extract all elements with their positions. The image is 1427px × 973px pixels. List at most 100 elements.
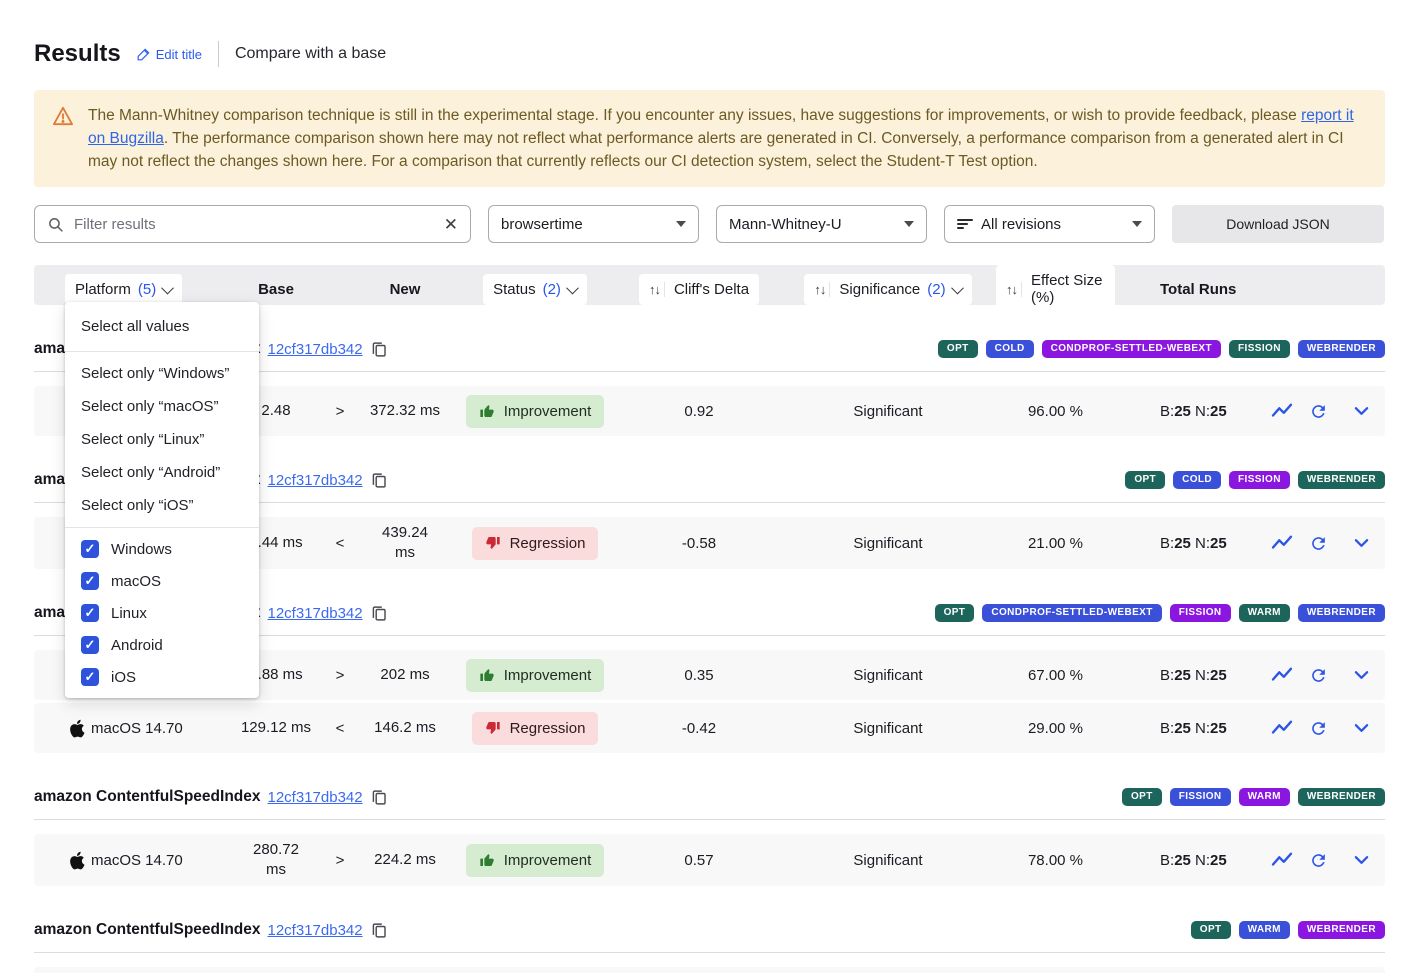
dropdown-item-select-only-windows[interactable]: Select only “Windows”	[65, 357, 259, 390]
cliffs-delta-value: -0.42	[618, 720, 780, 737]
tag-badge: WEBRENDER	[1298, 788, 1385, 806]
platform-checkbox-macos[interactable]: ✓ macOS	[65, 565, 259, 597]
download-json-button[interactable]: Download JSON	[1172, 205, 1384, 243]
expand-row-chevron[interactable]	[1354, 723, 1369, 733]
tag-badge: WEBRENDER	[1298, 604, 1385, 622]
tag-badge: FISSION	[1229, 471, 1290, 489]
revision-link[interactable]: 12cf317db342	[268, 341, 363, 358]
expand-row-chevron[interactable]	[1354, 855, 1369, 865]
sort-icon[interactable]: ↑↓	[1006, 282, 1022, 297]
status-cell: Improvement	[452, 844, 618, 877]
checkbox-checked-icon[interactable]: ✓	[81, 572, 99, 590]
checkbox-checked-icon[interactable]: ✓	[81, 604, 99, 622]
search-icon	[47, 216, 64, 233]
comparison-sign: >	[322, 403, 358, 420]
copy-icon[interactable]	[371, 605, 387, 622]
graph-icon[interactable]	[1271, 719, 1293, 737]
effect-size-sort-button[interactable]: ↑↓ Effect Size (%)	[996, 265, 1115, 313]
filter-results-box: ✕	[34, 205, 471, 243]
edit-title-button[interactable]: Edit title	[137, 47, 202, 62]
section-divider	[34, 952, 1385, 953]
platform-checkbox-android[interactable]: ✓ Android	[65, 629, 259, 661]
graph-icon[interactable]	[1271, 534, 1293, 552]
cliffs-delta-sort-button[interactable]: ↑↓ Cliff's Delta	[639, 274, 759, 305]
table-row[interactable]: macOS 14.70 280.72 ms > 224.2 ms Improve…	[34, 834, 1385, 886]
revision-link[interactable]: 12cf317db342	[268, 472, 363, 489]
chevron-down-icon	[161, 281, 174, 294]
filter-input[interactable]	[74, 216, 434, 233]
tag-badge: CONDPROF-SETTLED-WEBEXT	[1042, 340, 1221, 358]
tag-badge: WARM	[1239, 788, 1290, 806]
new-value: 372.32 ms	[358, 401, 452, 421]
refresh-icon[interactable]	[1309, 534, 1328, 553]
refresh-icon[interactable]	[1309, 402, 1328, 421]
sort-icon[interactable]: ↑↓	[814, 282, 830, 297]
clear-filter-icon[interactable]: ✕	[444, 216, 458, 233]
revision-link[interactable]: 12cf317db342	[268, 789, 363, 806]
expand-row-chevron[interactable]	[1354, 670, 1369, 680]
expand-row-chevron[interactable]	[1354, 538, 1369, 548]
refresh-icon[interactable]	[1309, 851, 1328, 870]
thumbs-down-icon	[485, 720, 501, 736]
expand-row-chevron[interactable]	[1354, 406, 1369, 416]
dropdown-item-select-all[interactable]: Select all values	[65, 307, 259, 346]
dropdown-divider	[65, 351, 259, 352]
platform-checkbox-ios[interactable]: ✓ iOS	[65, 661, 259, 693]
copy-icon[interactable]	[371, 789, 387, 806]
table-header-row: Platform (5) Base New Status (2) ↑↓ Clif…	[34, 265, 1385, 305]
platform-checkbox-linux[interactable]: ✓ Linux	[65, 597, 259, 629]
refresh-icon[interactable]	[1309, 666, 1328, 685]
controls-bar: ✕ browsertime Mann-Whitney-U All revisio…	[34, 205, 1385, 243]
copy-icon[interactable]	[371, 472, 387, 489]
platform-filter-button[interactable]: Platform (5)	[65, 274, 182, 305]
graph-icon[interactable]	[1271, 402, 1293, 420]
revision-link[interactable]: 12cf317db342	[268, 922, 363, 939]
table-row[interactable]: macOS 14.70 129.12 ms < 146.2 ms Regress…	[34, 703, 1385, 753]
status-label: Improvement	[504, 852, 592, 869]
platform-checkbox-windows[interactable]: ✓ Windows	[65, 533, 259, 565]
revisions-select[interactable]: All revisions	[944, 205, 1155, 243]
checkbox-checked-icon[interactable]: ✓	[81, 636, 99, 654]
dropdown-item-select-only-macos[interactable]: Select only “macOS”	[65, 390, 259, 423]
dropdown-item-select-only-android[interactable]: Select only “Android”	[65, 456, 259, 489]
column-header-total-runs: Total Runs	[1115, 281, 1250, 298]
platform-dropdown: Select all values Select only “Windows” …	[65, 302, 259, 698]
status-badge: Improvement	[466, 659, 605, 692]
tag-badge: OPT	[938, 340, 978, 358]
status-cell: Regression	[452, 712, 618, 745]
checkbox-checked-icon[interactable]: ✓	[81, 540, 99, 558]
comparison-sign: <	[322, 720, 358, 737]
revision-link[interactable]: 12cf317db342	[268, 605, 363, 622]
thumbs-up-icon	[479, 667, 495, 683]
status-label: Regression	[510, 535, 586, 552]
copy-icon[interactable]	[371, 922, 387, 939]
header-divider	[218, 41, 219, 67]
cliffs-delta-value: 0.92	[618, 403, 780, 420]
thumbs-down-icon	[485, 535, 501, 551]
status-badge: Regression	[472, 712, 599, 745]
warning-text: The Mann-Whitney comparison technique is…	[88, 104, 1367, 173]
dropdown-item-select-only-ios[interactable]: Select only “iOS”	[65, 489, 259, 522]
page-header: Results Edit title Compare with a base	[34, 40, 1385, 68]
significance-value: Significant	[780, 535, 996, 552]
chevron-down-icon	[566, 281, 579, 294]
platform-cell: macOS 14.70	[34, 851, 230, 870]
refresh-icon[interactable]	[1309, 719, 1328, 738]
significance-filter-button[interactable]: ↑↓ Significance (2)	[804, 274, 971, 305]
test-type-select[interactable]: Mann-Whitney-U	[716, 205, 927, 243]
copy-icon[interactable]	[371, 341, 387, 358]
checkbox-checked-icon[interactable]: ✓	[81, 668, 99, 686]
graph-icon[interactable]	[1271, 851, 1293, 869]
tag-badge: FISSION	[1170, 788, 1231, 806]
graph-icon[interactable]	[1271, 666, 1293, 684]
framework-select[interactable]: browsertime	[488, 205, 699, 243]
significance-count: (2)	[927, 281, 945, 298]
status-cell: Improvement	[452, 395, 618, 428]
sort-icon[interactable]: ↑↓	[649, 282, 665, 297]
table-row[interactable]	[34, 967, 1385, 973]
status-badge: Regression	[472, 527, 599, 560]
tag-badge: COLD	[1173, 471, 1221, 489]
status-filter-button[interactable]: Status (2)	[483, 274, 587, 305]
dropdown-item-select-only-linux[interactable]: Select only “Linux”	[65, 423, 259, 456]
test-title: amazon ContentfulSpeedIndex	[34, 788, 261, 806]
